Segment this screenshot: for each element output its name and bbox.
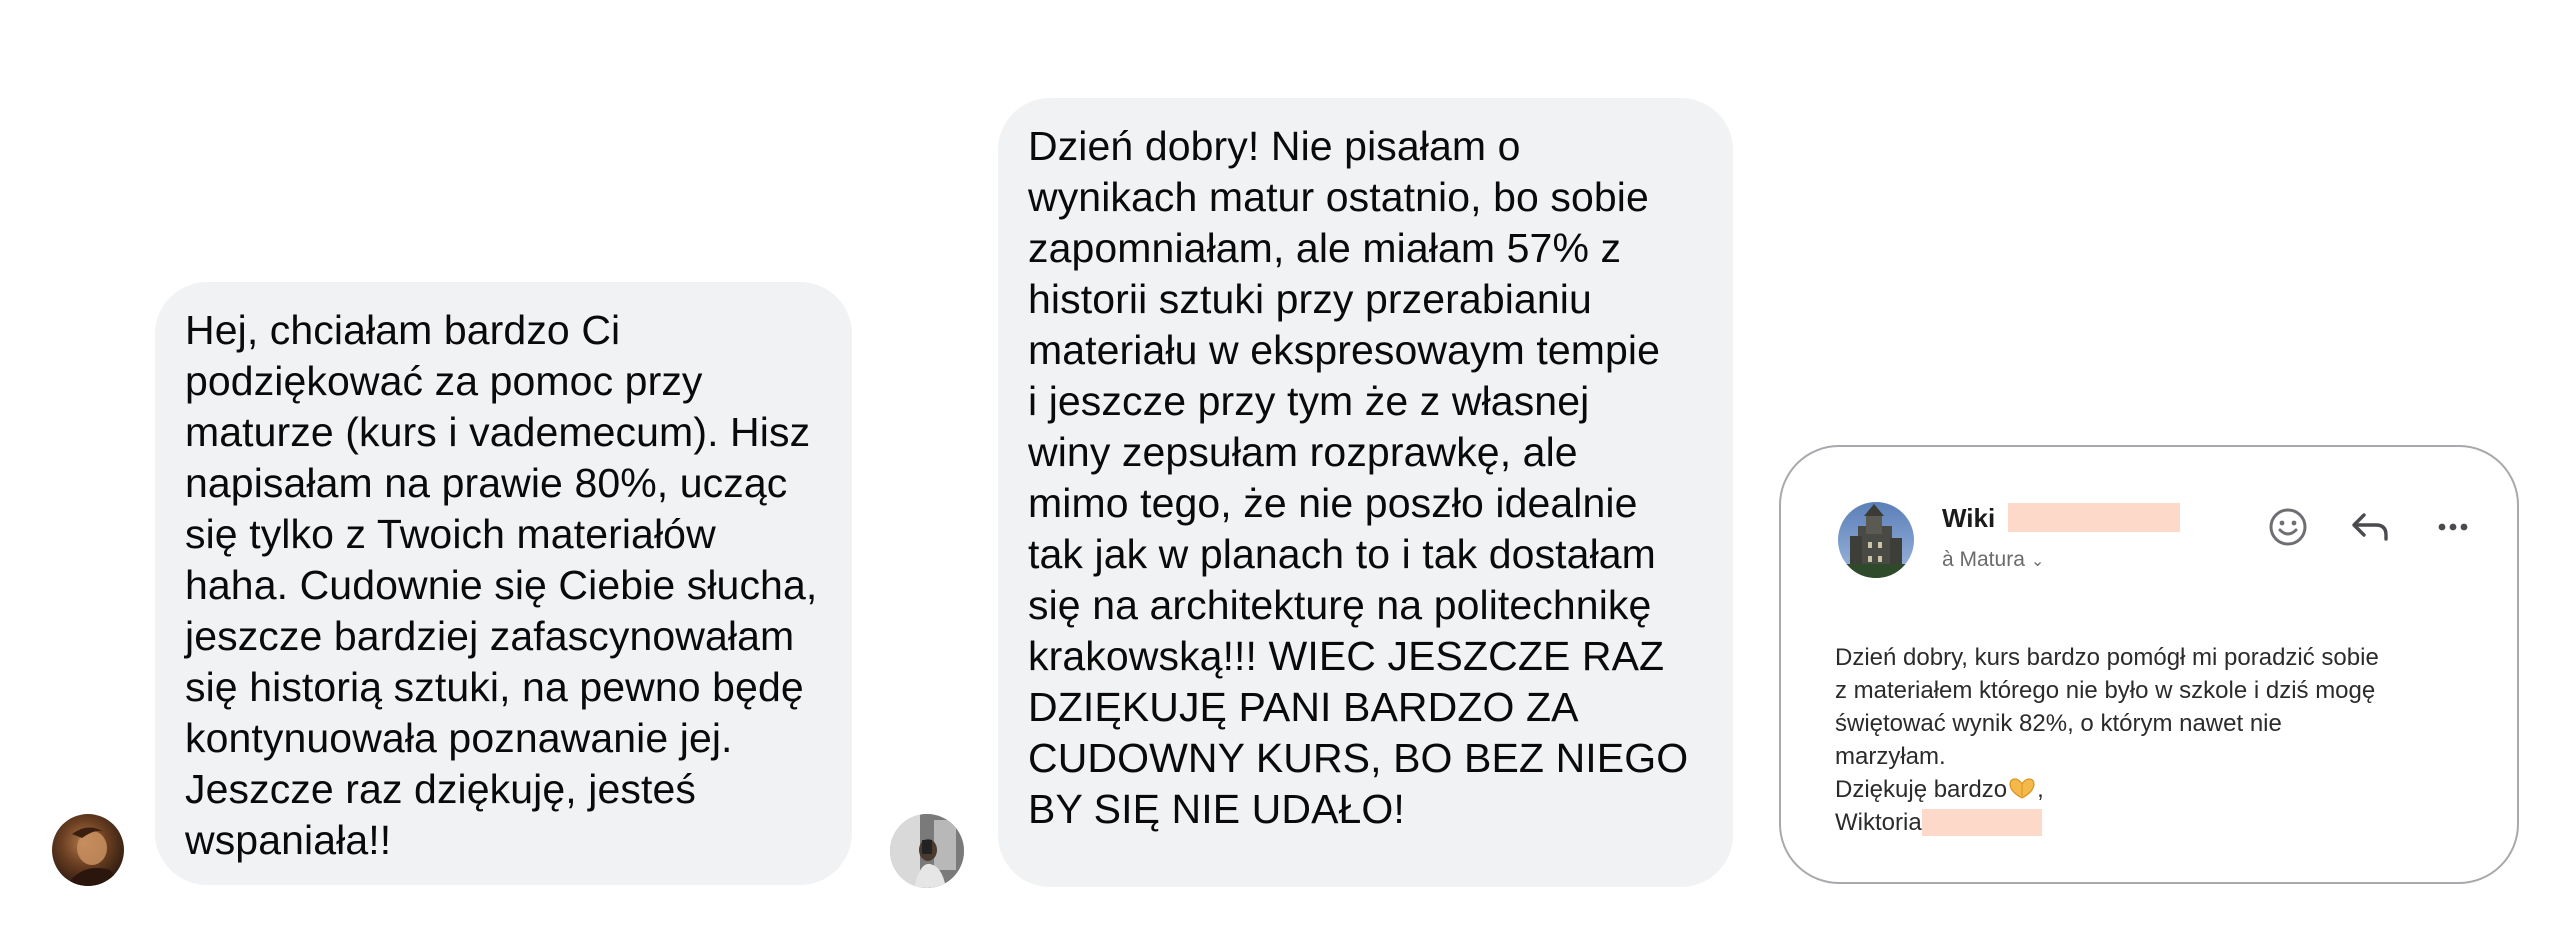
message-text-line: i jeszcze przy tym że z własnej — [1028, 378, 1590, 424]
email-body-line: Dzień dobry, kurs bardzo pomógł mi porad… — [1835, 644, 2379, 671]
more-options-button[interactable] — [2429, 503, 2477, 551]
message-text-line: CUDOWNY KURS, BO BEZ NIEGO — [1028, 735, 1689, 781]
avatar-photo-icon — [52, 814, 124, 886]
message-text-line: się na architekturę na politechnikę — [1028, 582, 1652, 628]
message-text-line: się tylko z Twoich materiałów — [185, 511, 716, 557]
heart-hands-emoji — [2009, 778, 2035, 799]
reply-icon — [2352, 513, 2388, 541]
add-reaction-button[interactable] — [2264, 503, 2312, 551]
message-text-line: zapomniałam, ale miałam 57% z — [1028, 225, 1622, 271]
message-text-line: podziękować za pomoc przy — [185, 358, 703, 404]
email-recipient-label: à Matura — [1942, 548, 2025, 571]
email-recipient-dropdown[interactable]: à Matura ⌄ — [1942, 547, 2044, 575]
message-text-line: tak jak w planach to i tak dostałam — [1028, 531, 1656, 577]
message-text-line: krakowską!!! WIEC JESZCZE RAZ — [1028, 633, 1665, 679]
email-body: Dzień dobry, kurs bardzo pomógł mi porad… — [1835, 641, 2495, 839]
message-text-line: historii sztuki przy przerabianiu — [1028, 276, 1592, 322]
email-body-line: świętować wynik 82%, o którym nawet nie — [1835, 710, 2282, 737]
reply-button[interactable] — [2346, 503, 2394, 551]
sender-name-redaction — [2008, 503, 2180, 532]
message-text-line: wynikach matur ostatnio, bo sobie — [1028, 174, 1649, 220]
email-body-line: marzyłam. — [1835, 743, 1946, 770]
email-sender-name: Wiki — [1942, 503, 1996, 533]
email-signature: Wiktoria — [1835, 809, 1922, 836]
message-text-line: BY SIĘ NIE UDAŁO! — [1028, 786, 1405, 832]
message-text-line: jeszcze bardziej zafascynowałam — [185, 613, 795, 659]
more-icon — [2438, 523, 2468, 531]
sender-avatar[interactable] — [890, 814, 964, 888]
message-text-line: haha. Cudownie się Ciebie słucha, — [185, 562, 818, 608]
castle-photo-icon — [1838, 502, 1914, 578]
message-text-line: winy zepsułam rozprawkę, ale — [1028, 429, 1578, 475]
message-bubble: Hej, chciałam bardzo Ci podziękować za p… — [155, 282, 852, 885]
message-text-line: maturze (kurs i vademecum). Hisz — [185, 409, 811, 455]
email-card: Wiki à Matura ⌄ Dzień dobry, kurs bardzo … — [1779, 445, 2519, 884]
message-text-line: Hej, chciałam bardzo Ci — [185, 307, 621, 353]
message-text-line: mimo tego, że nie poszło idealnie — [1028, 480, 1638, 526]
message-text-line: Jeszcze raz dziękuję, jesteś — [185, 766, 696, 812]
chevron-down-icon: ⌄ — [2030, 553, 2045, 570]
avatar-photo-icon — [890, 814, 964, 888]
message-text-line: Dzień dobry! Nie pisałam o — [1028, 123, 1521, 169]
message-text-line: materiału w ekspresowaym tempie — [1028, 327, 1660, 373]
sender-avatar[interactable] — [52, 814, 124, 886]
email-thanks-suffix: , — [2037, 776, 2044, 803]
email-sender-avatar[interactable] — [1838, 502, 1914, 578]
message-text-line: napisałam na prawie 80%, ucząc — [185, 460, 788, 506]
message-bubble: Dzień dobry! Nie pisałam o wynikach matu… — [998, 98, 1733, 887]
message-text-line: się historią sztuki, na pewno będę — [185, 664, 804, 710]
email-signature-line: Wiktoria — [1835, 806, 2495, 839]
email-thanks-text: Dziękuję bardzo — [1835, 776, 2008, 803]
message-text-line: DZIĘKUJĘ PANI BARDZO ZA — [1028, 684, 1579, 730]
email-thanks-line: Dziękuję bardzo , — [1835, 773, 2495, 806]
message-text-line: wspaniała!! — [185, 817, 392, 863]
smiley-icon — [2269, 508, 2307, 546]
message-text-line: kontynuowała poznawanie jej. — [185, 715, 733, 761]
signature-redaction — [1921, 809, 2042, 836]
email-body-line: z materiałem którego nie było w szkole i… — [1835, 677, 2376, 704]
